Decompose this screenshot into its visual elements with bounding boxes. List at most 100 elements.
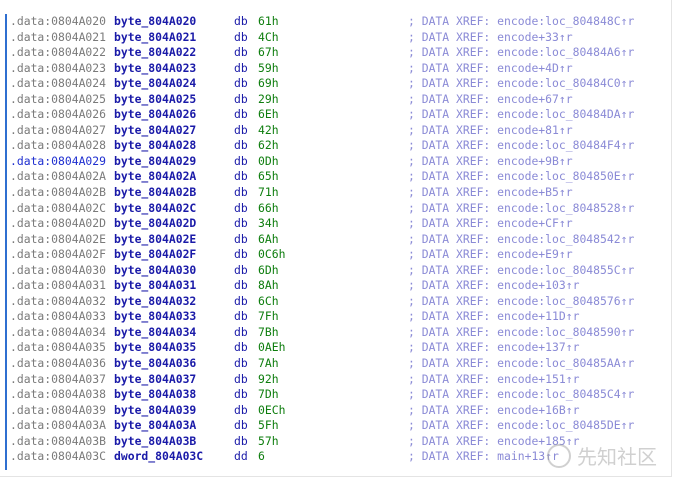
row-label[interactable]: byte_804A03A <box>114 418 196 434</box>
row-address: .data:0804A028 <box>10 138 107 153</box>
row-mnemonic: db <box>234 293 248 308</box>
row-address: .data:0804A031 <box>10 278 107 293</box>
row-comment[interactable]: ; DATA XREF: encode:loc_80485DE↑r <box>408 418 634 434</box>
row-value: 42h <box>258 122 279 137</box>
row-value: 7Ah <box>258 356 279 371</box>
row-mnemonic: db <box>234 387 248 402</box>
row-address: .data:0804A033 <box>10 309 107 324</box>
row-label[interactable]: byte_804A02A <box>114 169 196 185</box>
row-address: .data:0804A02F <box>10 247 107 262</box>
row-comment[interactable]: ; DATA XREF: encode+137↑r <box>408 340 579 356</box>
row-comment[interactable]: ; DATA XREF: encode:loc_8048576↑r <box>408 294 634 310</box>
row-address: .data:0804A03A <box>10 418 107 433</box>
row-label[interactable]: byte_804A024 <box>114 76 196 92</box>
row-label[interactable]: byte_804A02E <box>114 232 196 248</box>
disassembly-view[interactable]: .data:0804A020 byte_804A020 db 61h; DATA XR… <box>0 0 672 477</box>
row-mnemonic: db <box>234 231 248 246</box>
row-comment[interactable]: ; DATA XREF: encode+4D↑r <box>408 61 573 77</box>
row-comment[interactable]: ; DATA XREF: encode:loc_8048542↑r <box>408 232 634 248</box>
row-comment[interactable]: ; DATA XREF: encode:loc_8048528↑r <box>408 201 634 217</box>
row-mnemonic: db <box>234 60 248 75</box>
row-label[interactable]: byte_804A026 <box>114 107 196 123</box>
row-mnemonic: db <box>234 418 248 433</box>
row-mnemonic: db <box>234 278 248 293</box>
row-label[interactable]: byte_804A032 <box>114 294 196 310</box>
row-comment[interactable]: ; DATA XREF: encode:loc_80484DA↑r <box>408 107 634 123</box>
row-comment[interactable]: ; DATA XREF: encode+103↑r <box>408 278 579 294</box>
row-label[interactable]: byte_804A037 <box>114 372 196 388</box>
row-label[interactable]: byte_804A034 <box>114 325 196 341</box>
row-comment[interactable]: ; DATA XREF: encode+67↑r <box>408 92 573 108</box>
row-label[interactable]: byte_804A02F <box>114 247 196 263</box>
row-comment[interactable]: ; DATA XREF: main+13↑r <box>408 449 559 465</box>
row-comment[interactable]: ; DATA XREF: encode+B5↑r <box>408 185 573 201</box>
row-comment[interactable]: ; DATA XREF: encode:loc_80485AA↑r <box>408 356 634 372</box>
row-mnemonic: db <box>234 14 248 28</box>
row-comment[interactable]: ; DATA XREF: encode+CF↑r <box>408 216 573 232</box>
row-mnemonic: db <box>234 153 248 168</box>
row-comment[interactable]: ; DATA XREF: encode:loc_804850E↑r <box>408 169 634 185</box>
row-label[interactable]: byte_804A033 <box>114 309 196 325</box>
row-address: .data:0804A03B <box>10 433 107 448</box>
row-comment[interactable]: ; DATA XREF: encode:loc_804848C↑r <box>408 14 634 30</box>
row-comment[interactable]: ; DATA XREF: encode+11D↑r <box>408 309 579 325</box>
row-address: .data:0804A02E <box>10 231 107 246</box>
row-value: 67h <box>258 45 279 60</box>
row-label[interactable]: byte_804A038 <box>114 387 196 403</box>
row-address: .data:0804A034 <box>10 324 107 339</box>
row-label[interactable]: byte_804A02D <box>114 216 196 232</box>
row-label[interactable]: byte_804A039 <box>114 403 196 419</box>
row-mnemonic: db <box>234 216 248 231</box>
row-mnemonic: db <box>234 356 248 371</box>
row-label[interactable]: byte_804A020 <box>114 14 196 30</box>
row-comment[interactable]: ; DATA XREF: encode:loc_804855C↑r <box>408 263 634 279</box>
row-label[interactable]: byte_804A03B <box>114 434 196 450</box>
row-comment[interactable]: ; DATA XREF: encode:loc_8048590↑r <box>408 325 634 341</box>
row-label[interactable]: byte_804A035 <box>114 340 196 356</box>
row-value: 62h <box>258 138 279 153</box>
row-value: 59h <box>258 60 279 75</box>
row-label[interactable]: byte_804A031 <box>114 278 196 294</box>
row-mnemonic: db <box>234 247 248 262</box>
row-label[interactable]: byte_804A02B <box>114 185 196 201</box>
row-value: 7Bh <box>258 324 279 339</box>
row-comment[interactable]: ; DATA XREF: encode+151↑r <box>408 372 579 388</box>
row-label[interactable]: byte_804A025 <box>114 92 196 108</box>
row-comment[interactable]: ; DATA XREF: encode+33↑r <box>408 30 573 46</box>
row-label[interactable]: byte_804A023 <box>114 61 196 77</box>
row-value: 0C6h <box>258 247 286 262</box>
row-value: 6Ah <box>258 231 279 246</box>
row-label[interactable]: byte_804A036 <box>114 356 196 372</box>
row-comment[interactable]: ; DATA XREF: encode+9B↑r <box>408 154 573 170</box>
row-value: 6Dh <box>258 262 279 277</box>
row-comment[interactable]: ; DATA XREF: encode:loc_80485C4↑r <box>408 387 634 403</box>
row-mnemonic: db <box>234 402 248 417</box>
row-mnemonic: dd <box>234 449 248 464</box>
row-label[interactable]: byte_804A021 <box>114 30 196 46</box>
row-comment[interactable]: ; DATA XREF: encode:loc_80484F4↑r <box>408 138 634 154</box>
row-mnemonic: db <box>234 200 248 215</box>
row-comment[interactable]: ; DATA XREF: encode+81↑r <box>408 123 573 139</box>
xianzhi-logo-icon <box>547 443 571 468</box>
row-mnemonic: db <box>234 107 248 122</box>
row-label[interactable]: dword_804A03C <box>114 449 203 465</box>
row-value: 57h <box>258 433 279 448</box>
row-value: 66h <box>258 200 279 215</box>
row-label[interactable]: byte_804A022 <box>114 45 196 61</box>
row-label[interactable]: byte_804A02C <box>114 201 196 217</box>
row-comment[interactable]: ; DATA XREF: encode:loc_80484A6↑r <box>408 45 634 61</box>
row-address: .data:0804A02D <box>10 216 107 231</box>
row-address: .data:0804A02C <box>10 200 107 215</box>
row-comment[interactable]: ; DATA XREF: encode+E9↑r <box>408 247 573 263</box>
row-label[interactable]: byte_804A028 <box>114 138 196 154</box>
row-comment[interactable]: ; DATA XREF: encode:loc_80484C0↑r <box>408 76 634 92</box>
row-comment[interactable]: ; DATA XREF: encode+16B↑r <box>408 403 579 419</box>
row-address: .data:0804A038 <box>10 387 107 402</box>
row-label[interactable]: byte_804A029 <box>114 154 196 170</box>
watermark: 先知社区 <box>547 441 657 470</box>
row-label[interactable]: byte_804A027 <box>114 123 196 139</box>
row-mnemonic: db <box>234 262 248 277</box>
row-address: .data:0804A020 <box>10 14 107 28</box>
row-label[interactable]: byte_804A030 <box>114 263 196 279</box>
row-address: .data:0804A037 <box>10 371 107 386</box>
